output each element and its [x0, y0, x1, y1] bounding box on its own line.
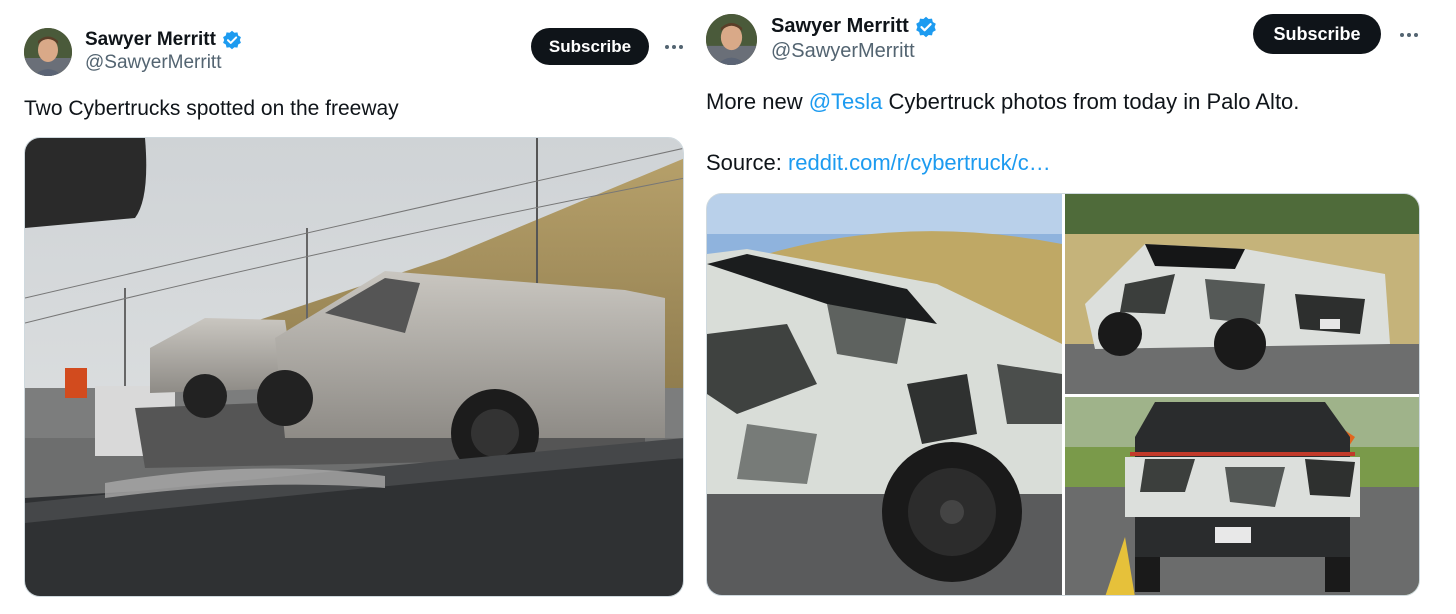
tweet-text: Two Cybertrucks spotted on the freeway	[24, 97, 399, 120]
more-horizontal-icon[interactable]	[1394, 25, 1424, 45]
source-label: Source:	[706, 150, 788, 175]
tweet-card-left: Sawyer Merritt @SawyerMerritt Subscribe …	[0, 0, 700, 614]
camouflaged-cybertruck-rear-angle-image	[1065, 194, 1419, 394]
tweet-media-image[interactable]	[24, 137, 684, 597]
subscribe-button[interactable]: Subscribe	[1253, 14, 1381, 54]
avatar[interactable]	[706, 14, 757, 65]
author-name[interactable]: Sawyer Merritt	[771, 15, 909, 38]
camouflaged-cybertruck-rear-image	[1065, 397, 1419, 595]
tweet-card-right: Sawyer Merritt @SawyerMerritt Subscribe …	[700, 0, 1456, 614]
avatar-photo-icon	[24, 28, 72, 76]
avatar[interactable]	[24, 28, 72, 76]
camouflaged-cybertruck-side-image	[707, 194, 1062, 595]
source-line: Source: reddit.com/r/cybertruck/c…	[706, 150, 1051, 176]
media-tile-1[interactable]	[707, 194, 1062, 595]
author-handle[interactable]: @SawyerMerritt	[771, 40, 915, 63]
mention-link[interactable]: @Tesla	[809, 89, 883, 114]
author-handle[interactable]: @SawyerMerritt	[85, 52, 221, 74]
media-tile-3[interactable]	[1065, 397, 1419, 595]
avatar-photo-icon	[706, 14, 757, 65]
media-tile-2[interactable]	[1065, 194, 1419, 394]
tweet-text-suffix: Cybertruck photos from today in Palo Alt…	[882, 89, 1300, 114]
more-horizontal-icon[interactable]	[659, 37, 689, 57]
cybertrucks-on-car-carrier-image	[25, 138, 683, 596]
tweet-media-grid	[706, 193, 1420, 596]
subscribe-button[interactable]: Subscribe	[531, 28, 649, 65]
verified-badge-icon	[222, 30, 242, 50]
source-link[interactable]: reddit.com/r/cybertruck/c…	[788, 150, 1051, 175]
verified-badge-icon	[915, 16, 937, 38]
tweet-text-prefix: More new	[706, 89, 809, 114]
tweet-text: More new @Tesla Cybertruck photos from t…	[706, 89, 1299, 115]
author-name[interactable]: Sawyer Merritt	[85, 29, 216, 51]
